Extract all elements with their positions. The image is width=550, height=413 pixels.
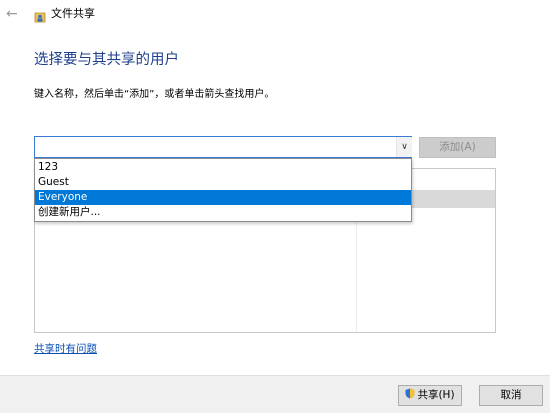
help-link[interactable]: 共享时有问题	[34, 342, 97, 356]
back-arrow-icon[interactable]: ←	[6, 4, 18, 24]
share-button[interactable]: 共享(H)	[398, 385, 462, 406]
cancel-button[interactable]: 取消	[479, 385, 543, 406]
chevron-down-icon[interactable]: ∨	[396, 137, 412, 157]
uac-shield-icon	[405, 387, 415, 399]
user-dropdown-list[interactable]: 123 Guest Everyone 创建新用户...	[34, 158, 412, 222]
add-button[interactable]: 添加(A)	[419, 137, 496, 158]
user-name-combobox[interactable]	[34, 136, 412, 158]
dropdown-option-guest[interactable]: Guest	[35, 175, 411, 190]
dropdown-option-create-new-user[interactable]: 创建新用户...	[35, 205, 411, 220]
instruction-text: 键入名称，然后单击“添加”，或者单击箭头查找用户。	[34, 89, 275, 100]
dropdown-option-123[interactable]: 123	[35, 160, 411, 175]
window-title: 文件共享	[51, 7, 95, 20]
share-button-label: 共享(H)	[417, 389, 455, 401]
dropdown-option-everyone[interactable]: Everyone	[35, 190, 411, 205]
footer-bar	[0, 375, 550, 413]
page-heading: 选择要与其共享的用户	[34, 52, 179, 68]
file-sharing-icon	[34, 8, 46, 23]
